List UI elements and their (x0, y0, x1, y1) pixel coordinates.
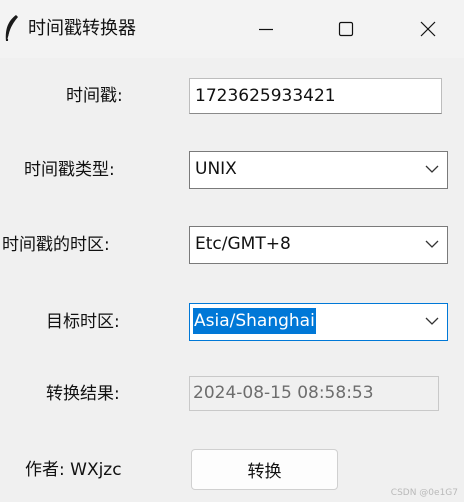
target-timezone-label: 目标时区: (46, 312, 120, 332)
close-button[interactable] (398, 0, 458, 58)
convert-button[interactable]: 转换 (191, 449, 338, 490)
author-label: 作者: WXjzc (25, 460, 122, 480)
timestamp-type-label: 时间戳类型: (24, 160, 115, 180)
maximize-icon (338, 21, 354, 37)
title-bar[interactable]: 时间戳转换器 (0, 0, 464, 58)
maximize-button[interactable] (316, 0, 376, 58)
timestamp-label: 时间戳: (66, 86, 123, 106)
chevron-down-icon (425, 240, 439, 248)
app-window: 时间戳转换器 时间戳: 1723625933421 时间戳类型: UNIX 时间… (0, 0, 464, 502)
timestamp-input[interactable]: 1723625933421 (189, 78, 442, 114)
chevron-down-icon (425, 165, 439, 173)
watermark: CSDN @0e1G7 (390, 488, 458, 498)
source-timezone-label: 时间戳的时区: (2, 235, 110, 255)
minimize-icon (259, 28, 273, 31)
minimize-button[interactable] (236, 0, 296, 58)
result-label: 转换结果: (46, 384, 120, 404)
source-timezone-select[interactable]: Etc/GMT+8 (189, 226, 448, 264)
source-timezone-value: Etc/GMT+8 (195, 234, 291, 254)
feather-icon (5, 15, 18, 41)
timestamp-type-select[interactable]: UNIX (189, 151, 448, 189)
window-title: 时间戳转换器 (28, 18, 136, 39)
target-timezone-value: Asia/Shanghai (193, 308, 316, 334)
target-timezone-select[interactable]: Asia/Shanghai (189, 303, 448, 341)
result-field[interactable]: 2024-08-15 08:58:53 (189, 376, 439, 411)
close-icon (420, 21, 436, 37)
timestamp-type-value: UNIX (195, 159, 237, 179)
chevron-down-icon (425, 317, 439, 325)
